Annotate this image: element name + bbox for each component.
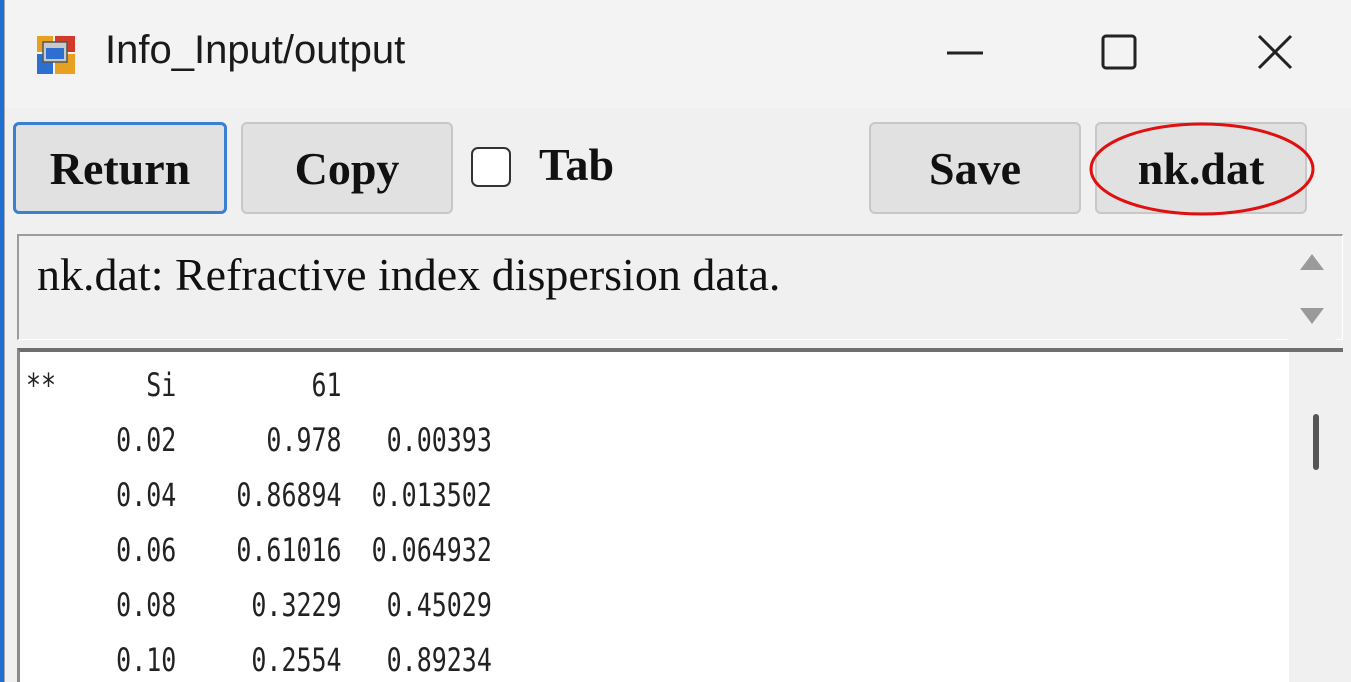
save-button[interactable]: Save bbox=[869, 122, 1081, 214]
data-line: 0.02 0.978 0.00393 bbox=[26, 421, 492, 459]
copy-button-label: Copy bbox=[294, 142, 400, 194]
description-panel: nk.dat: Refractive index dispersion data… bbox=[17, 234, 1343, 340]
close-button[interactable] bbox=[1235, 22, 1315, 84]
data-scrollbar[interactable] bbox=[1289, 352, 1343, 682]
data-line: ** Si 61 bbox=[26, 366, 342, 404]
data-line: 0.04 0.86894 0.013502 bbox=[26, 476, 492, 514]
data-text-area[interactable]: ** Si 61 0.02 0.978 0.00393 0.04 0.86894… bbox=[17, 348, 1343, 682]
window-title: Info_Input/output bbox=[105, 28, 406, 72]
tab-checkbox[interactable] bbox=[471, 147, 511, 187]
title-bar: Info_Input/output bbox=[5, 0, 1351, 108]
app-icon bbox=[37, 36, 75, 74]
scroll-down-arrow-icon[interactable] bbox=[1298, 306, 1326, 326]
data-line: 0.08 0.3229 0.45029 bbox=[26, 586, 492, 624]
description-text: nk.dat: Refractive index dispersion data… bbox=[37, 249, 781, 300]
return-button-label: Return bbox=[49, 142, 191, 194]
nk-dat-button[interactable]: nk.dat bbox=[1095, 122, 1307, 214]
tab-checkbox-label[interactable]: Tab bbox=[539, 138, 614, 191]
scroll-up-arrow-icon[interactable] bbox=[1298, 252, 1326, 272]
maximize-button[interactable] bbox=[1079, 22, 1159, 84]
scroll-thumb[interactable] bbox=[1313, 414, 1319, 470]
return-button[interactable]: Return bbox=[13, 122, 227, 214]
save-button-label: Save bbox=[929, 142, 1021, 194]
nk-dat-button-label: nk.dat bbox=[1137, 142, 1265, 194]
info-io-window: Info_Input/output Return Copy Tab Save n… bbox=[4, 0, 1351, 682]
copy-button[interactable]: Copy bbox=[241, 122, 453, 214]
minimize-icon bbox=[947, 51, 983, 55]
data-line: 0.06 0.61016 0.064932 bbox=[26, 531, 492, 569]
description-scrollbar[interactable] bbox=[1288, 236, 1336, 340]
minimize-button[interactable] bbox=[927, 22, 1007, 84]
maximize-icon bbox=[1101, 34, 1137, 70]
close-icon bbox=[1257, 34, 1293, 70]
data-line: 0.10 0.2554 0.89234 bbox=[26, 641, 492, 679]
